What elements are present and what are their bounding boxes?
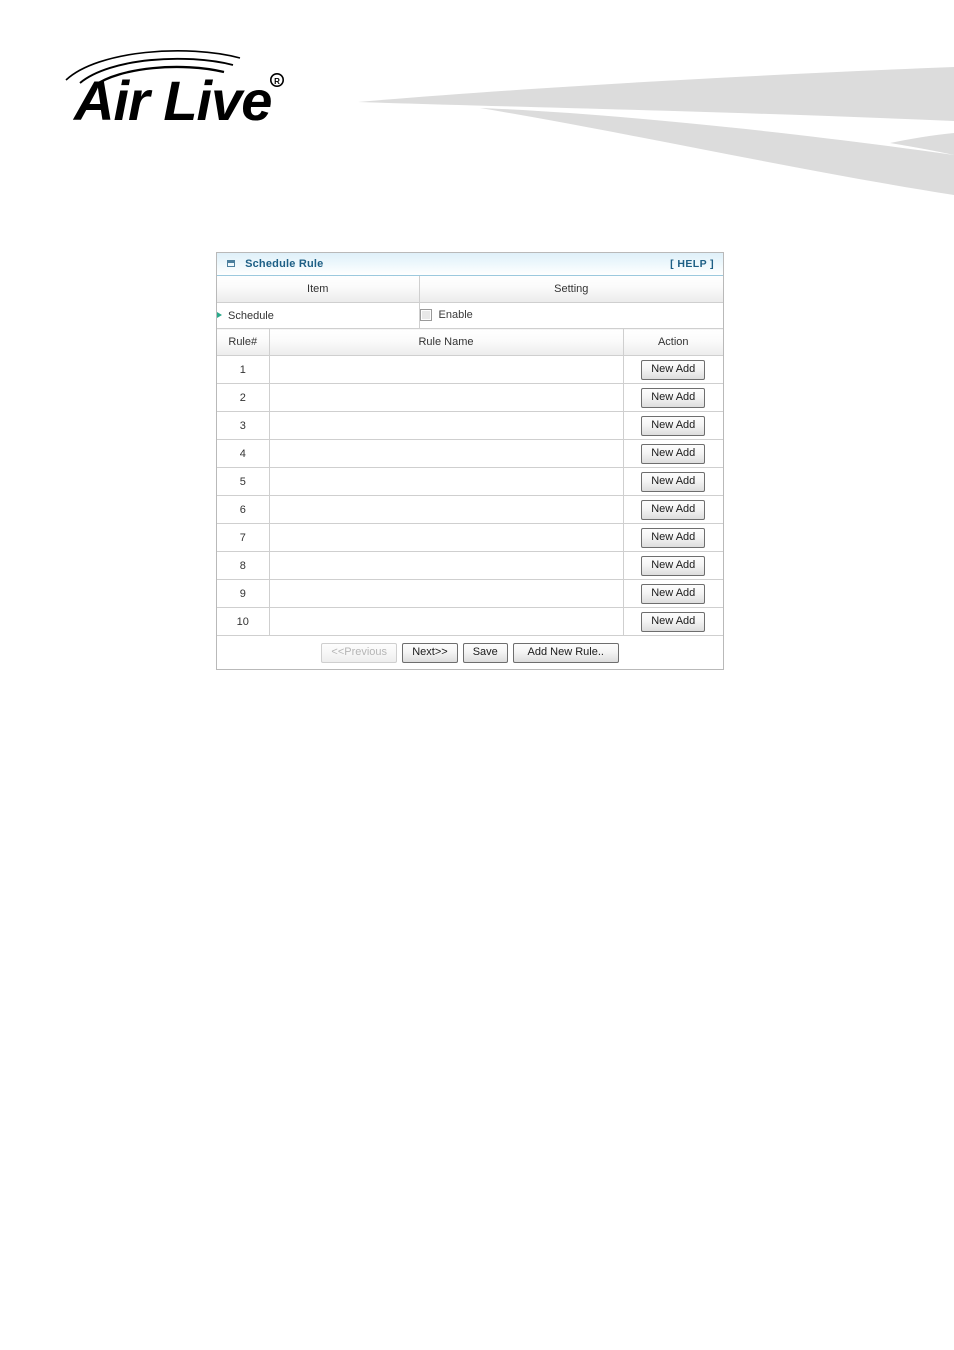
rule-action-cell: New Add (622, 411, 723, 440)
schedule-item-cell: Schedule (217, 302, 420, 328)
rule-name-cell (268, 523, 624, 552)
rule-action-cell: New Add (622, 607, 723, 636)
table-row: 10 New Add (217, 607, 723, 636)
new-add-button[interactable]: New Add (641, 499, 706, 520)
column-header-action: Action (622, 328, 723, 356)
rule-name-cell (268, 467, 624, 496)
new-add-button[interactable]: New Add (641, 527, 706, 548)
save-button[interactable]: Save (462, 642, 508, 663)
column-header-item: Item (217, 276, 420, 303)
arrow-right-icon (217, 311, 222, 318)
rule-number-cell: 2 (217, 383, 270, 412)
table-row: 4 New Add (217, 439, 723, 468)
next-button[interactable]: Next>> (402, 642, 458, 663)
page-title: Schedule Rule (245, 258, 324, 270)
rule-action-cell: New Add (622, 495, 723, 524)
help-link[interactable]: [ HELP ] (670, 253, 714, 276)
rules-footer-row: <<Previous Next>> Save Add New Rule.. (217, 635, 723, 669)
rules-table: Rule# Rule Name Action 1 New Add 2 New Add 3… (217, 328, 723, 669)
new-add-button[interactable]: New Add (641, 471, 706, 492)
schedule-rule-panel: Schedule Rule [ HELP ] Item Setting Sche… (216, 252, 724, 670)
schedule-setting-row: Schedule Enable (217, 302, 723, 328)
rule-action-cell: New Add (622, 383, 723, 412)
schedule-enable-label: Enable (438, 309, 473, 322)
new-add-button[interactable]: New Add (641, 611, 706, 632)
rule-number-cell: 4 (217, 439, 270, 468)
schedule-enable-checkbox[interactable] (419, 308, 432, 321)
table-row: 7 New Add (217, 523, 723, 552)
rule-number-cell: 1 (217, 355, 270, 384)
rule-name-cell (268, 551, 624, 580)
previous-button[interactable]: <<Previous (321, 642, 398, 663)
rule-action-cell: New Add (622, 579, 723, 608)
new-add-button[interactable]: New Add (641, 555, 706, 576)
rule-number-cell: 8 (217, 551, 270, 580)
header-swoosh-graphic (280, 55, 954, 195)
rule-name-cell (268, 607, 624, 636)
rule-action-cell: New Add (622, 467, 723, 496)
settings-table: Item Setting Schedule Enable (217, 276, 723, 328)
rule-name-cell (268, 439, 624, 468)
rule-number-cell: 3 (217, 411, 270, 440)
rule-name-cell (268, 579, 624, 608)
rules-body: 1 New Add 2 New Add 3 New Add 4 New Add 5 New Add… (217, 355, 723, 636)
new-add-button[interactable]: New Add (641, 415, 706, 436)
table-row: 9 New Add (217, 579, 723, 608)
new-add-button[interactable]: New Add (641, 443, 706, 464)
table-row: 5 New Add (217, 467, 723, 496)
rule-number-cell: 9 (217, 579, 270, 608)
rule-number-cell: 6 (217, 495, 270, 524)
airlive-logo: Air Live R (58, 42, 298, 132)
column-header-rule-name: Rule Name (268, 328, 624, 356)
rule-name-cell (268, 383, 624, 412)
column-header-setting: Setting (418, 276, 723, 303)
new-add-button[interactable]: New Add (641, 583, 706, 604)
rule-action-cell: New Add (622, 355, 723, 384)
table-row: 6 New Add (217, 495, 723, 524)
table-row: 2 New Add (217, 383, 723, 412)
new-add-button[interactable]: New Add (641, 359, 706, 380)
rule-action-cell: New Add (622, 439, 723, 468)
svg-text:Air Live: Air Live (72, 69, 271, 132)
page-header: Air Live R (0, 0, 954, 200)
column-header-rule-num: Rule# (217, 328, 270, 356)
table-row: 3 New Add (217, 411, 723, 440)
table-row: 8 New Add (217, 551, 723, 580)
table-row: 1 New Add (217, 355, 723, 384)
schedule-item-label: Schedule (228, 309, 274, 322)
rule-name-cell (268, 355, 624, 384)
footer-cell: <<Previous Next>> Save Add New Rule.. (217, 635, 723, 669)
new-add-button[interactable]: New Add (641, 387, 706, 408)
panel-titlebar: Schedule Rule [ HELP ] (217, 253, 723, 276)
rule-name-cell (268, 495, 624, 524)
window-icon (227, 260, 235, 267)
rules-header-row: Rule# Rule Name Action (217, 328, 723, 356)
rule-number-cell: 10 (217, 607, 270, 636)
rule-action-cell: New Add (622, 523, 723, 552)
settings-header-row: Item Setting (217, 276, 723, 303)
rule-number-cell: 7 (217, 523, 270, 552)
rule-action-cell: New Add (622, 551, 723, 580)
rule-number-cell: 5 (217, 467, 270, 496)
rule-name-cell (268, 411, 624, 440)
footer-buttons: <<Previous Next>> Save Add New Rule.. (217, 642, 723, 663)
schedule-setting-cell: Enable (418, 302, 723, 328)
add-new-rule-button[interactable]: Add New Rule.. (512, 642, 619, 663)
